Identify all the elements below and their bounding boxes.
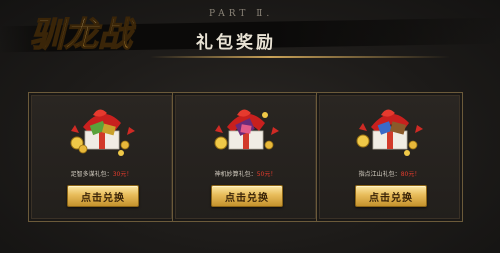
gift-card-3: 指点江山礼包：80元！ 点击兑换: [316, 92, 463, 222]
gift-box-icon: [356, 109, 423, 156]
gift-value: 30元！: [112, 171, 133, 178]
redeem-button[interactable]: 点击兑换: [355, 185, 427, 207]
gift-name: 足智多谋礼包：30元！: [70, 171, 133, 178]
game-logo: 驯龙战: [26, 8, 176, 56]
gift-box-icon: [214, 109, 279, 150]
part-label: PART Ⅱ.: [209, 9, 274, 19]
gift-card-1: 足智多谋礼包：30元！ 点击兑换: [28, 92, 175, 222]
svg-text:驯龙战: 驯龙战: [30, 15, 136, 55]
gift-name: 神机妙算礼包：50元！: [214, 171, 277, 178]
redeem-button[interactable]: 点击兑换: [67, 185, 139, 207]
gift-value: 50元！: [256, 171, 277, 178]
header-gold-streak: [150, 56, 450, 58]
gift-box-icon: [70, 109, 135, 156]
header: 驯龙战 PART Ⅱ. 礼包奖励: [0, 0, 500, 70]
section-title: 礼包奖励: [196, 33, 276, 53]
gift-value: 80元！: [400, 171, 421, 178]
redeem-button[interactable]: 点击兑换: [211, 185, 283, 207]
gift-card-2: 神机妙算礼包：50元！ 点击兑换: [172, 92, 319, 222]
gift-name: 指点江山礼包：80元！: [358, 171, 421, 178]
